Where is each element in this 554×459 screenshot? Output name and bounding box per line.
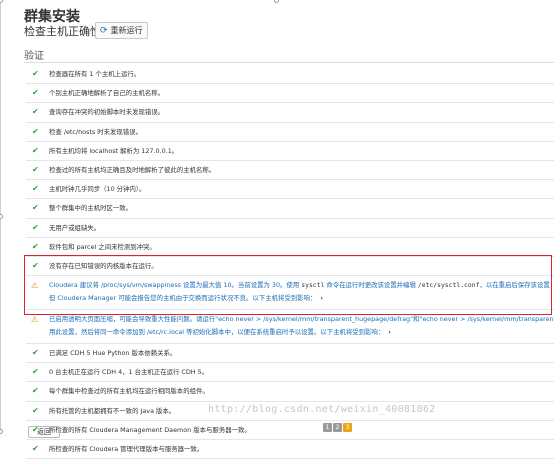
check-row: ✔ 主机时钟几乎同步（10 分钟内）。 <box>26 180 554 200</box>
check-row: ✔ 每个群集中检查过的所有主机均在运行相同版本的组件。 <box>26 382 554 402</box>
check-row: ✔ 所检查的所有 Cloudera 管理代理版本与服务器一致。 <box>26 440 554 459</box>
refresh-icon: ⟳ <box>100 25 108 36</box>
check-row: ✔ 查询存在冲突的初始脚本时未发现错误。 <box>26 103 554 123</box>
back-button[interactable]: 返回 <box>28 426 60 438</box>
check-row: ✔ 无用户或组缺失。 <box>26 219 554 238</box>
warning-row-swappiness[interactable]: ⚠ Cloudera 建议将 /proc/sys/vm/swappiness 设… <box>26 276 554 311</box>
check-icon: ✔ <box>32 405 39 415</box>
divider <box>24 62 554 63</box>
check-row: ✔ 检查过的所有主机均正确且及时地解析了彼此的主机名称。 <box>26 161 554 181</box>
check-icon: ✔ <box>32 107 39 117</box>
rerun-label: 重新运行 <box>110 26 143 35</box>
check-icon: ✔ <box>32 145 39 155</box>
watermark: http://blog.csdn.net/weixin_40081862 <box>208 404 436 415</box>
check-icon: ✔ <box>32 69 39 78</box>
page-title: 群集安装 <box>24 9 80 25</box>
check-row: ✔ 个别主机正确地解析了自己的主机名称。 <box>26 84 554 104</box>
check-row: ✔ 0 台主机正在运行 CDH 4，1 台主机正在运行 CDH 5。 <box>26 363 554 383</box>
check-icon: ✔ <box>32 126 39 136</box>
check-icon: ✔ <box>32 241 39 251</box>
check-icon: ✔ <box>32 444 39 453</box>
check-row: ✔ 所有主机均将 localhost 解析为 127.0.0.1。 <box>26 142 554 161</box>
check-row: ✔ 整个群集中的主机时区一致。 <box>26 199 554 219</box>
check-row: ✔ 没有存在已知错误的内核版本在运行。 <box>26 257 554 277</box>
section-title: 验证 <box>24 51 44 62</box>
check-row: ✔ 所检查的所有 Cloudera Management Daemon 版本与服务… <box>26 421 554 440</box>
check-icon: ✔ <box>32 367 39 377</box>
check-icon: ✔ <box>32 386 39 396</box>
page-1[interactable]: 1 <box>323 423 332 432</box>
check-row: ✔ 检查 /etc/hosts 时未发现错误。 <box>26 123 554 142</box>
check-icon: ✔ <box>32 348 39 358</box>
pagination: 1 2 3 <box>323 423 352 432</box>
warning-icon: ⚠ <box>31 281 39 291</box>
check-icon: ✔ <box>32 222 39 232</box>
check-icon: ✔ <box>32 203 39 213</box>
warning-row-hugepage[interactable]: ⚠ 已启用透明大页面压缩，可能会导致重大性能问题。请运行"echo never … <box>26 310 554 345</box>
check-row: ✔ 已满足 CDH 5 Hue Python 版本依赖关系。 <box>26 344 554 364</box>
check-icon: ✔ <box>32 184 39 194</box>
expand-chevron-icon[interactable]: › <box>320 294 323 302</box>
expand-chevron-icon[interactable]: › <box>388 328 391 336</box>
check-row: ✔ 检查器在所有 1 个主机上运行。 <box>26 65 554 85</box>
check-row: ✔ 软件包和 parcel 之间未检测到冲突。 <box>26 238 554 257</box>
warning-icon: ⚠ <box>31 315 39 325</box>
check-list: ✔ 检查器在所有 1 个主机上运行。 ✔ 个别主机正确地解析了自己的主机名称。 ✔ 查… <box>26 65 554 459</box>
page-2[interactable]: 2 <box>333 423 342 432</box>
check-icon: ✔ <box>32 88 39 98</box>
page-3[interactable]: 3 <box>343 423 352 432</box>
check-icon: ✔ <box>32 164 39 174</box>
check-icon: ✔ <box>32 260 39 270</box>
rerun-button[interactable]: ⟳ 重新运行 <box>95 22 148 39</box>
page-subtitle: 检查主机正确性 <box>24 25 101 38</box>
